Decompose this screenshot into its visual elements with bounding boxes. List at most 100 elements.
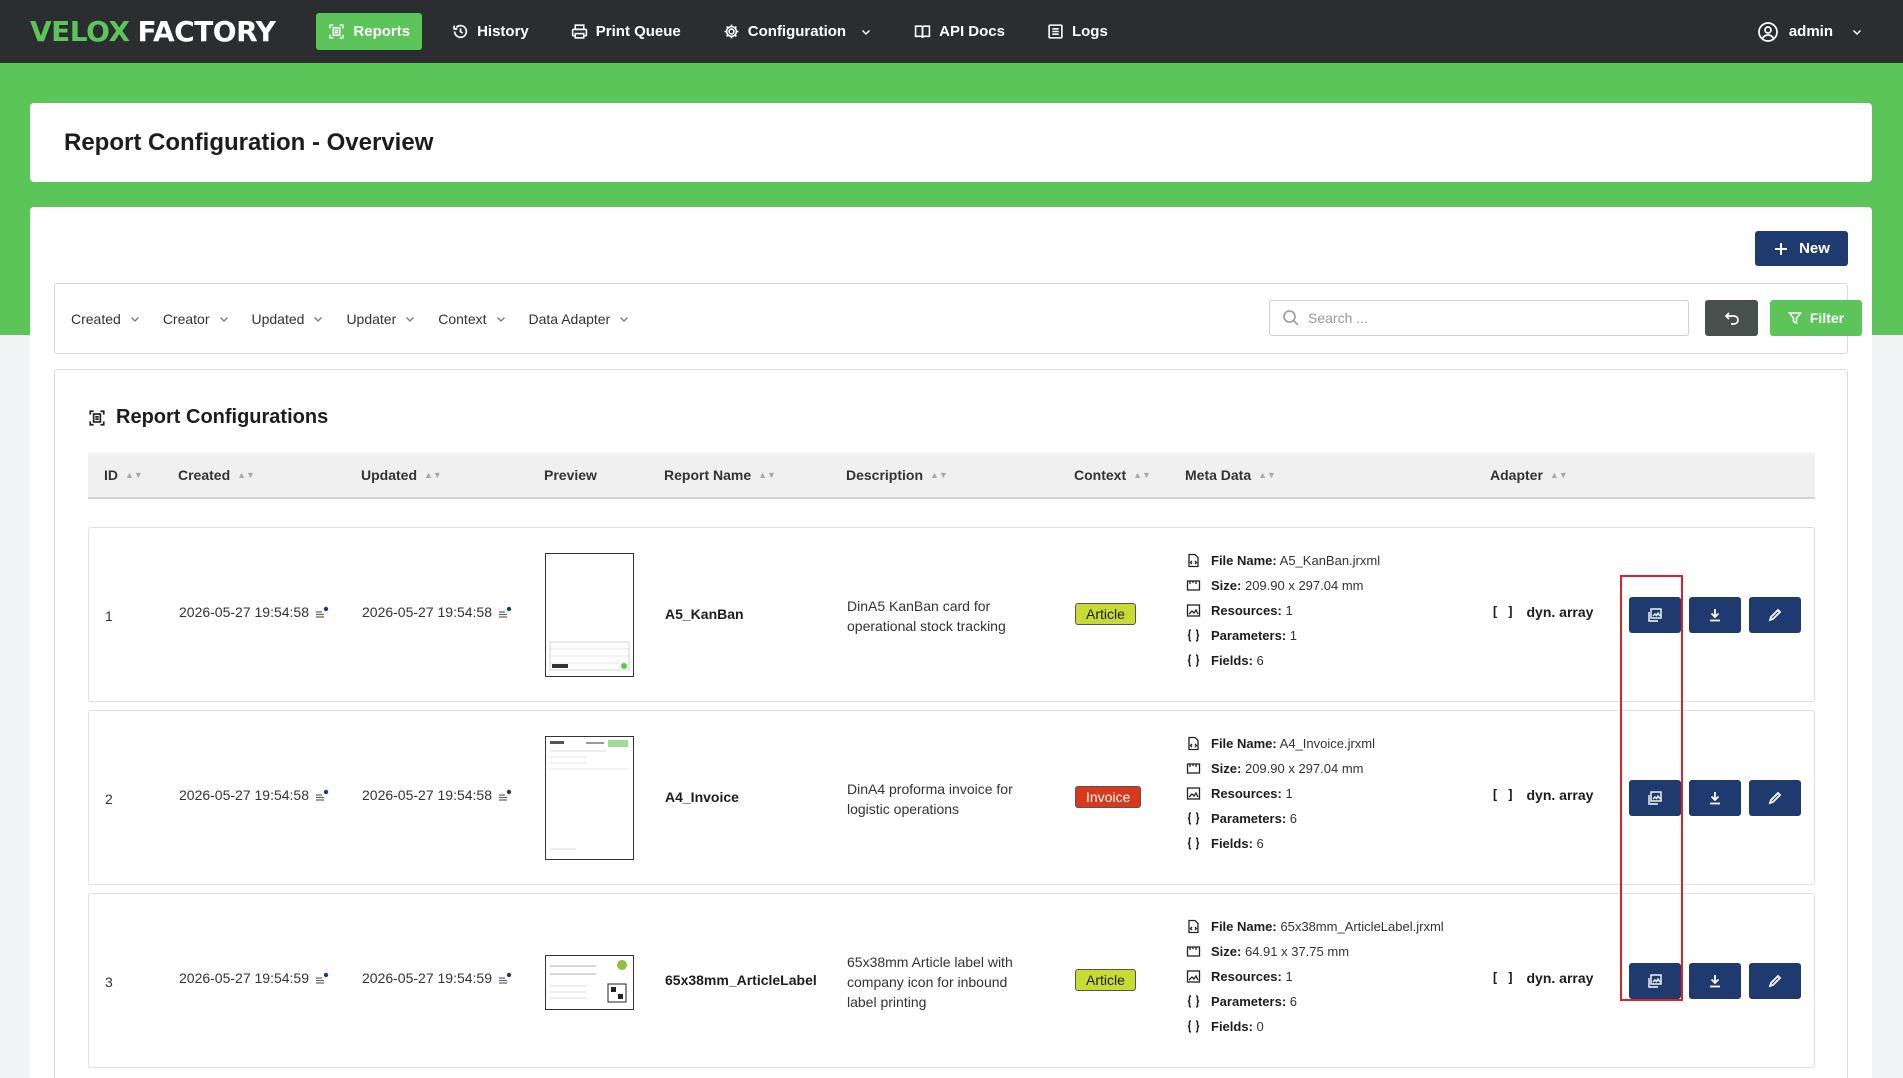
- new-button-label: New: [1799, 240, 1830, 257]
- user-info-icon[interactable]: [315, 606, 329, 618]
- new-button[interactable]: New: [1755, 231, 1848, 266]
- report-name[interactable]: 65x38mm_ArticleLabel: [665, 972, 817, 988]
- user-info-icon[interactable]: [498, 972, 512, 984]
- user-info-icon[interactable]: [498, 789, 512, 801]
- file-code-icon: [1188, 919, 1199, 934]
- brand-logo[interactable]: VELOX FACTORY: [30, 15, 276, 48]
- meta-label: Size:: [1211, 944, 1242, 959]
- undo-icon: [1724, 312, 1739, 325]
- edit-button[interactable]: [1749, 780, 1801, 816]
- filter-label: Context: [438, 310, 487, 327]
- braces-icon: [1187, 654, 1200, 667]
- main-nav: Reports History Print Queue Configuratio…: [316, 0, 1137, 63]
- user-menu[interactable]: admin: [1757, 0, 1863, 63]
- filter-label: Data Adapter: [528, 310, 611, 327]
- created-timestamp: 2026-05-27 19:54:58: [179, 787, 309, 803]
- nav-item-print-queue[interactable]: Print Queue: [559, 13, 693, 50]
- edit-button[interactable]: [1749, 963, 1801, 999]
- nav-label: API Docs: [939, 23, 1005, 40]
- section-title-text: Report Configurations: [116, 406, 329, 428]
- nav-label: Configuration: [747, 23, 847, 40]
- column-label: ID: [104, 467, 118, 483]
- user-icon: [1757, 21, 1778, 42]
- sort-icon: ▲▼: [1133, 470, 1151, 480]
- column-header-context[interactable]: Context ▲▼: [1074, 453, 1151, 497]
- column-header-report-name[interactable]: Report Name ▲▼: [664, 453, 776, 497]
- download-button[interactable]: [1689, 597, 1741, 633]
- array-icon: [ ]: [1491, 970, 1515, 986]
- nav-item-history[interactable]: History: [440, 13, 541, 50]
- nav-item-configuration[interactable]: Configuration: [711, 13, 884, 50]
- funnel-icon: [1787, 312, 1802, 325]
- filter-dropdown-updater[interactable]: Updater: [346, 311, 416, 327]
- preview-report-button[interactable]: [1629, 597, 1681, 633]
- report-preview-thumbnail[interactable]: [545, 736, 634, 860]
- meta-parameters: 6: [1289, 994, 1298, 1009]
- user-info-icon[interactable]: [315, 972, 329, 984]
- filter-dropdown-data-adapter[interactable]: Data Adapter: [529, 311, 631, 327]
- pencil-icon: [1768, 608, 1782, 622]
- report-preview-thumbnail[interactable]: [545, 955, 634, 1010]
- page-header: Report Configuration - Overview: [30, 103, 1872, 182]
- report-name[interactable]: A5_KanBan: [665, 606, 744, 622]
- reset-filter-button[interactable]: [1705, 300, 1758, 336]
- gallery-icon: [1648, 974, 1662, 988]
- column-header-adapter[interactable]: Adapter ▲▼: [1490, 453, 1568, 497]
- meta-data: File Name: 65x38mm_ArticleLabel.jrxml Si…: [1186, 914, 1444, 1039]
- chevron-down-icon: [314, 316, 323, 322]
- sort-icon: ▲▼: [125, 470, 143, 480]
- nav-item-api-docs[interactable]: API Docs: [902, 13, 1017, 50]
- pencil-icon: [1768, 974, 1782, 988]
- download-icon: [1710, 792, 1720, 805]
- sort-icon: ▲▼: [1549, 470, 1568, 480]
- braces-icon: [1187, 995, 1200, 1008]
- user-name: admin: [1788, 23, 1833, 40]
- meta-label: File Name:: [1211, 736, 1277, 751]
- filter-dropdown-created[interactable]: Created: [71, 311, 141, 327]
- user-info-icon[interactable]: [498, 606, 512, 618]
- column-header-meta-data[interactable]: Meta Data ▲▼: [1185, 453, 1276, 497]
- nav-item-reports[interactable]: Reports: [316, 13, 423, 50]
- meta-label: Resources:: [1211, 786, 1282, 801]
- updated-timestamp: 2026-05-27 19:54:58: [362, 604, 492, 620]
- filter-dropdown-creator[interactable]: Creator: [163, 311, 230, 327]
- meta-parameters: 1: [1289, 628, 1298, 643]
- report-name[interactable]: A4_Invoice: [665, 789, 739, 805]
- meta-resources: 1: [1285, 786, 1293, 801]
- braces-icon: [1187, 837, 1200, 850]
- chevron-down-icon: [1852, 29, 1862, 35]
- user-info-icon[interactable]: [315, 789, 329, 801]
- meta-resources: 1: [1285, 969, 1293, 984]
- meta-parameters: 6: [1289, 811, 1298, 826]
- nav-item-logs[interactable]: Logs: [1035, 13, 1120, 50]
- filter-button[interactable]: Filter: [1770, 300, 1862, 336]
- adapter-name: dyn. array: [1526, 604, 1594, 620]
- row-id: 3: [105, 974, 113, 990]
- download-button[interactable]: [1689, 963, 1741, 999]
- report-table-card: Report Configurations ID ▲▼ Created ▲▼ Upd…: [54, 369, 1848, 1078]
- column-header-description[interactable]: Description ▲▼: [846, 453, 948, 497]
- meta-size: 64.91 x 37.75 mm: [1244, 944, 1350, 959]
- created-cell: 2026-05-27 19:54:59: [179, 970, 329, 986]
- sort-icon: ▲▼: [237, 470, 255, 480]
- file-code-icon: [1188, 553, 1199, 568]
- report-preview-thumbnail[interactable]: [545, 553, 634, 677]
- preview-report-button[interactable]: [1629, 963, 1681, 999]
- filter-dropdown-updated[interactable]: Updated: [252, 311, 325, 327]
- preview-report-button[interactable]: [1629, 780, 1681, 816]
- column-header-id[interactable]: ID ▲▼: [104, 453, 143, 497]
- download-button[interactable]: [1689, 780, 1741, 816]
- created-cell: 2026-05-27 19:54:58: [179, 787, 329, 803]
- search-input[interactable]: [1308, 310, 1668, 326]
- edit-button[interactable]: [1749, 597, 1801, 633]
- nav-label: Logs: [1071, 23, 1108, 40]
- column-header-updated[interactable]: Updated ▲▼: [361, 453, 442, 497]
- gallery-icon: [1648, 791, 1662, 805]
- history-icon: [453, 24, 468, 39]
- table-row: 1 2026-05-27 19:54:58 2026-05-27 19:54:5…: [88, 527, 1815, 702]
- filter-dropdown-context[interactable]: Context: [438, 311, 506, 327]
- array-icon: [ ]: [1491, 787, 1515, 803]
- search-field[interactable]: [1269, 300, 1689, 336]
- column-label: Updated: [361, 467, 417, 483]
- column-header-created[interactable]: Created ▲▼: [178, 453, 255, 497]
